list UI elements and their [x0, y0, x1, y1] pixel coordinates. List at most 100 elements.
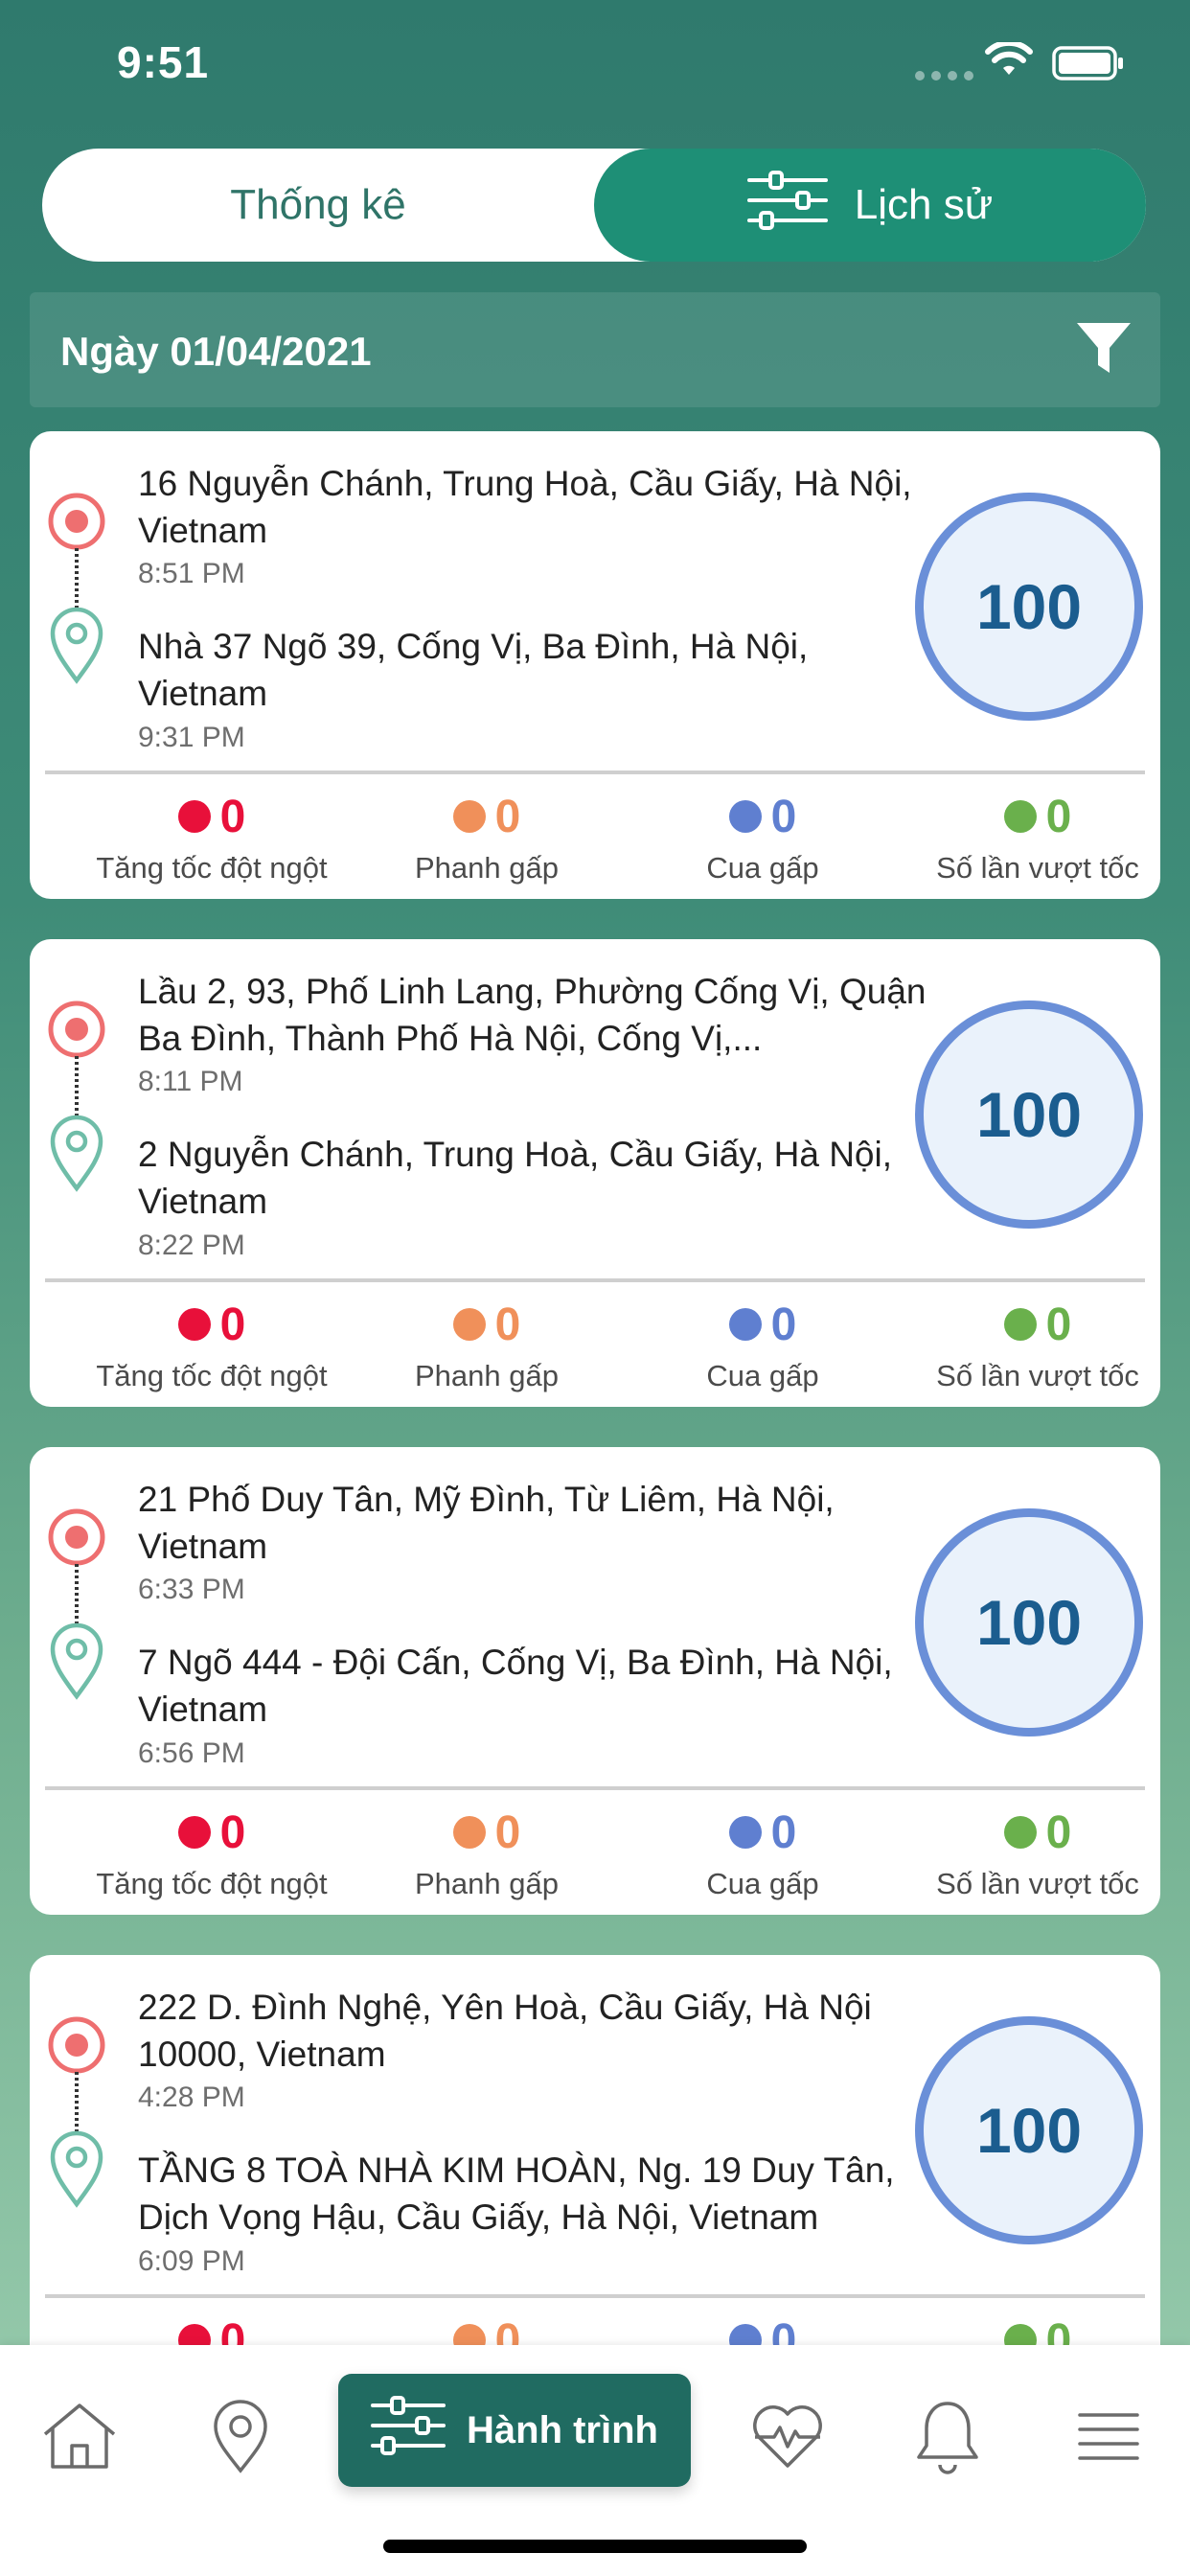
nav-health[interactable] — [744, 2395, 831, 2481]
divider — [45, 770, 1145, 774]
stat-count: 0 — [494, 1806, 521, 1858]
status-dot — [177, 1816, 211, 1849]
trip-stats: 0 Tăng tốc đột ngột 0 Phanh gấp 0 Cua gấp 0 Số … — [30, 1296, 1160, 1401]
stat-label: Cua gấp — [706, 851, 819, 885]
tab-statistics[interactable]: Thống kê — [42, 149, 594, 262]
end-time: 8:22 PM — [138, 1230, 245, 1261]
heartbeat-icon — [749, 2403, 826, 2474]
end-address: TẦNG 8 TOÀ NHÀ KIM HOÀN, Ng. 19 Duy Tân,… — [138, 2150, 895, 2237]
trip-score: 100 — [915, 2016, 1143, 2244]
divider — [45, 1278, 1145, 1282]
stat-label: Tăng tốc đột ngột — [96, 1867, 328, 1900]
stat-label: Tăng tốc đột ngột — [96, 851, 328, 885]
nav-journey[interactable]: Hành trình — [338, 2374, 691, 2487]
stat-count: 0 — [770, 1806, 797, 1858]
route-line — [43, 1508, 110, 1700]
stat-count: 0 — [1045, 1299, 1072, 1350]
stat-label: Phanh gấp — [415, 1867, 559, 1900]
status-dot — [728, 1308, 762, 1341]
stat-label: Số lần vượt tốc — [936, 1359, 1139, 1392]
stat-count: 0 — [770, 791, 797, 842]
end-location-pin-icon — [50, 2130, 103, 2208]
stat-label: Số lần vượt tốc — [936, 1867, 1139, 1900]
trip-card[interactable]: 16 Nguyễn Chánh, Trung Hoà, Cầu Giấy, Hà… — [30, 431, 1160, 899]
start-time: 8:51 PM — [138, 558, 245, 589]
status-dot — [1003, 800, 1037, 833]
trip-card[interactable]: Lầu 2, 93, Phố Linh Lang, Phường Cống Vị… — [30, 939, 1160, 1407]
view-segmented-control: Thống kê Lịch sử — [42, 149, 1146, 262]
cellular-signal-icon — [915, 71, 973, 80]
date-label: Ngày 01/04/2021 — [60, 329, 372, 374]
status-time: 9:51 — [117, 37, 210, 87]
stat-speeding: 0 Số lần vượt tốc — [899, 1296, 1160, 1393]
tab-statistics-label: Thống kê — [230, 181, 406, 228]
stat-speeding: 0 Số lần vượt tốc — [899, 788, 1160, 886]
route-line — [43, 2016, 110, 2208]
status-dot — [728, 800, 762, 833]
tab-history[interactable]: Lịch sử — [594, 149, 1146, 262]
stat-hard-braking: 0 Phanh gấp — [348, 1296, 626, 1393]
end-address: 2 Nguyễn Chánh, Trung Hoà, Cầu Giấy, Hà … — [138, 1135, 893, 1221]
stat-count: 0 — [219, 1299, 246, 1350]
route-line — [43, 493, 110, 684]
filter-icon — [1074, 323, 1133, 382]
status-dot — [1003, 1816, 1037, 1849]
home-icon — [41, 2402, 118, 2475]
stat-label: Phanh gấp — [415, 851, 559, 885]
trip-stats: 0 Tăng tốc đột ngột 0 Phanh gấp 0 Cua gấp 0 Số … — [30, 1804, 1160, 1909]
status-dot — [452, 1816, 486, 1849]
stat-sharp-turn: 0 Cua gấp — [624, 1804, 902, 1901]
stat-sharp-turn: 0 Cua gấp — [624, 1296, 902, 1393]
stat-speeding: 0 Số lần vượt tốc — [899, 1804, 1160, 1901]
start-time: 4:28 PM — [138, 2082, 245, 2113]
stat-count: 0 — [494, 1299, 521, 1350]
stat-label: Cua gấp — [706, 1867, 819, 1900]
nav-journey-label: Hành trình — [467, 2408, 658, 2451]
home-indicator — [383, 2540, 807, 2553]
status-dot — [1003, 1308, 1037, 1341]
start-address: Lầu 2, 93, Phố Linh Lang, Phường Cống Vị… — [138, 972, 927, 1058]
stat-count: 0 — [1045, 1806, 1072, 1858]
stat-sudden-acceleration: 0 Tăng tốc đột ngột — [73, 1296, 351, 1393]
bell-icon — [913, 2398, 982, 2479]
stat-count: 0 — [494, 791, 521, 842]
journey-icon — [371, 2396, 446, 2465]
location-pin-icon — [210, 2398, 271, 2479]
nav-menu[interactable] — [1065, 2395, 1152, 2481]
start-address: 21 Phố Duy Tân, Mỹ Đình, Từ Liêm, Hà Nội… — [138, 1480, 835, 1566]
trip-score: 100 — [915, 1000, 1143, 1229]
trip-stats: 0 Tăng tốc đột ngột 0 Phanh gấp 0 Cua gấp 0 Số … — [30, 788, 1160, 893]
stat-label: Số lần vượt tốc — [936, 851, 1139, 885]
trip-score: 100 — [915, 493, 1143, 721]
date-header: Ngày 01/04/2021 — [30, 292, 1160, 407]
nav-home[interactable] — [36, 2395, 123, 2481]
start-point-icon — [48, 1508, 105, 1566]
nav-notifications[interactable] — [904, 2395, 991, 2481]
trip-card[interactable]: 21 Phố Duy Tân, Mỹ Đình, Từ Liêm, Hà Nội… — [30, 1447, 1160, 1915]
trip-score: 100 — [915, 1508, 1143, 1736]
status-bar: 9:51 — [0, 0, 1190, 125]
end-location-pin-icon — [50, 1115, 103, 1192]
status-dot — [177, 800, 211, 833]
start-address: 16 Nguyễn Chánh, Trung Hoà, Cầu Giấy, Hà… — [138, 464, 912, 550]
status-dot — [452, 1308, 486, 1341]
stat-sudden-acceleration: 0 Tăng tốc đột ngột — [73, 788, 351, 886]
stat-count: 0 — [219, 1806, 246, 1858]
stat-hard-braking: 0 Phanh gấp — [348, 1804, 626, 1901]
stat-label: Tăng tốc đột ngột — [96, 1359, 328, 1392]
end-time: 6:09 PM — [138, 2245, 245, 2277]
tab-history-label: Lịch sử — [854, 181, 994, 228]
nav-location[interactable] — [197, 2395, 284, 2481]
end-address: 7 Ngõ 444 - Đội Cấn, Cống Vị, Ba Đình, H… — [138, 1643, 893, 1729]
route-line — [43, 1000, 110, 1192]
status-dot — [728, 1816, 762, 1849]
stat-count: 0 — [219, 791, 246, 842]
wifi-icon — [985, 39, 1033, 81]
menu-icon — [1077, 2407, 1140, 2470]
status-dot — [452, 800, 486, 833]
stat-label: Phanh gấp — [415, 1359, 559, 1392]
end-location-pin-icon — [50, 1622, 103, 1700]
filter-button[interactable] — [1074, 319, 1133, 383]
start-address: 222 D. Đình Nghệ, Yên Hoà, Cầu Giấy, Hà … — [138, 1988, 872, 2074]
stat-count: 0 — [1045, 791, 1072, 842]
